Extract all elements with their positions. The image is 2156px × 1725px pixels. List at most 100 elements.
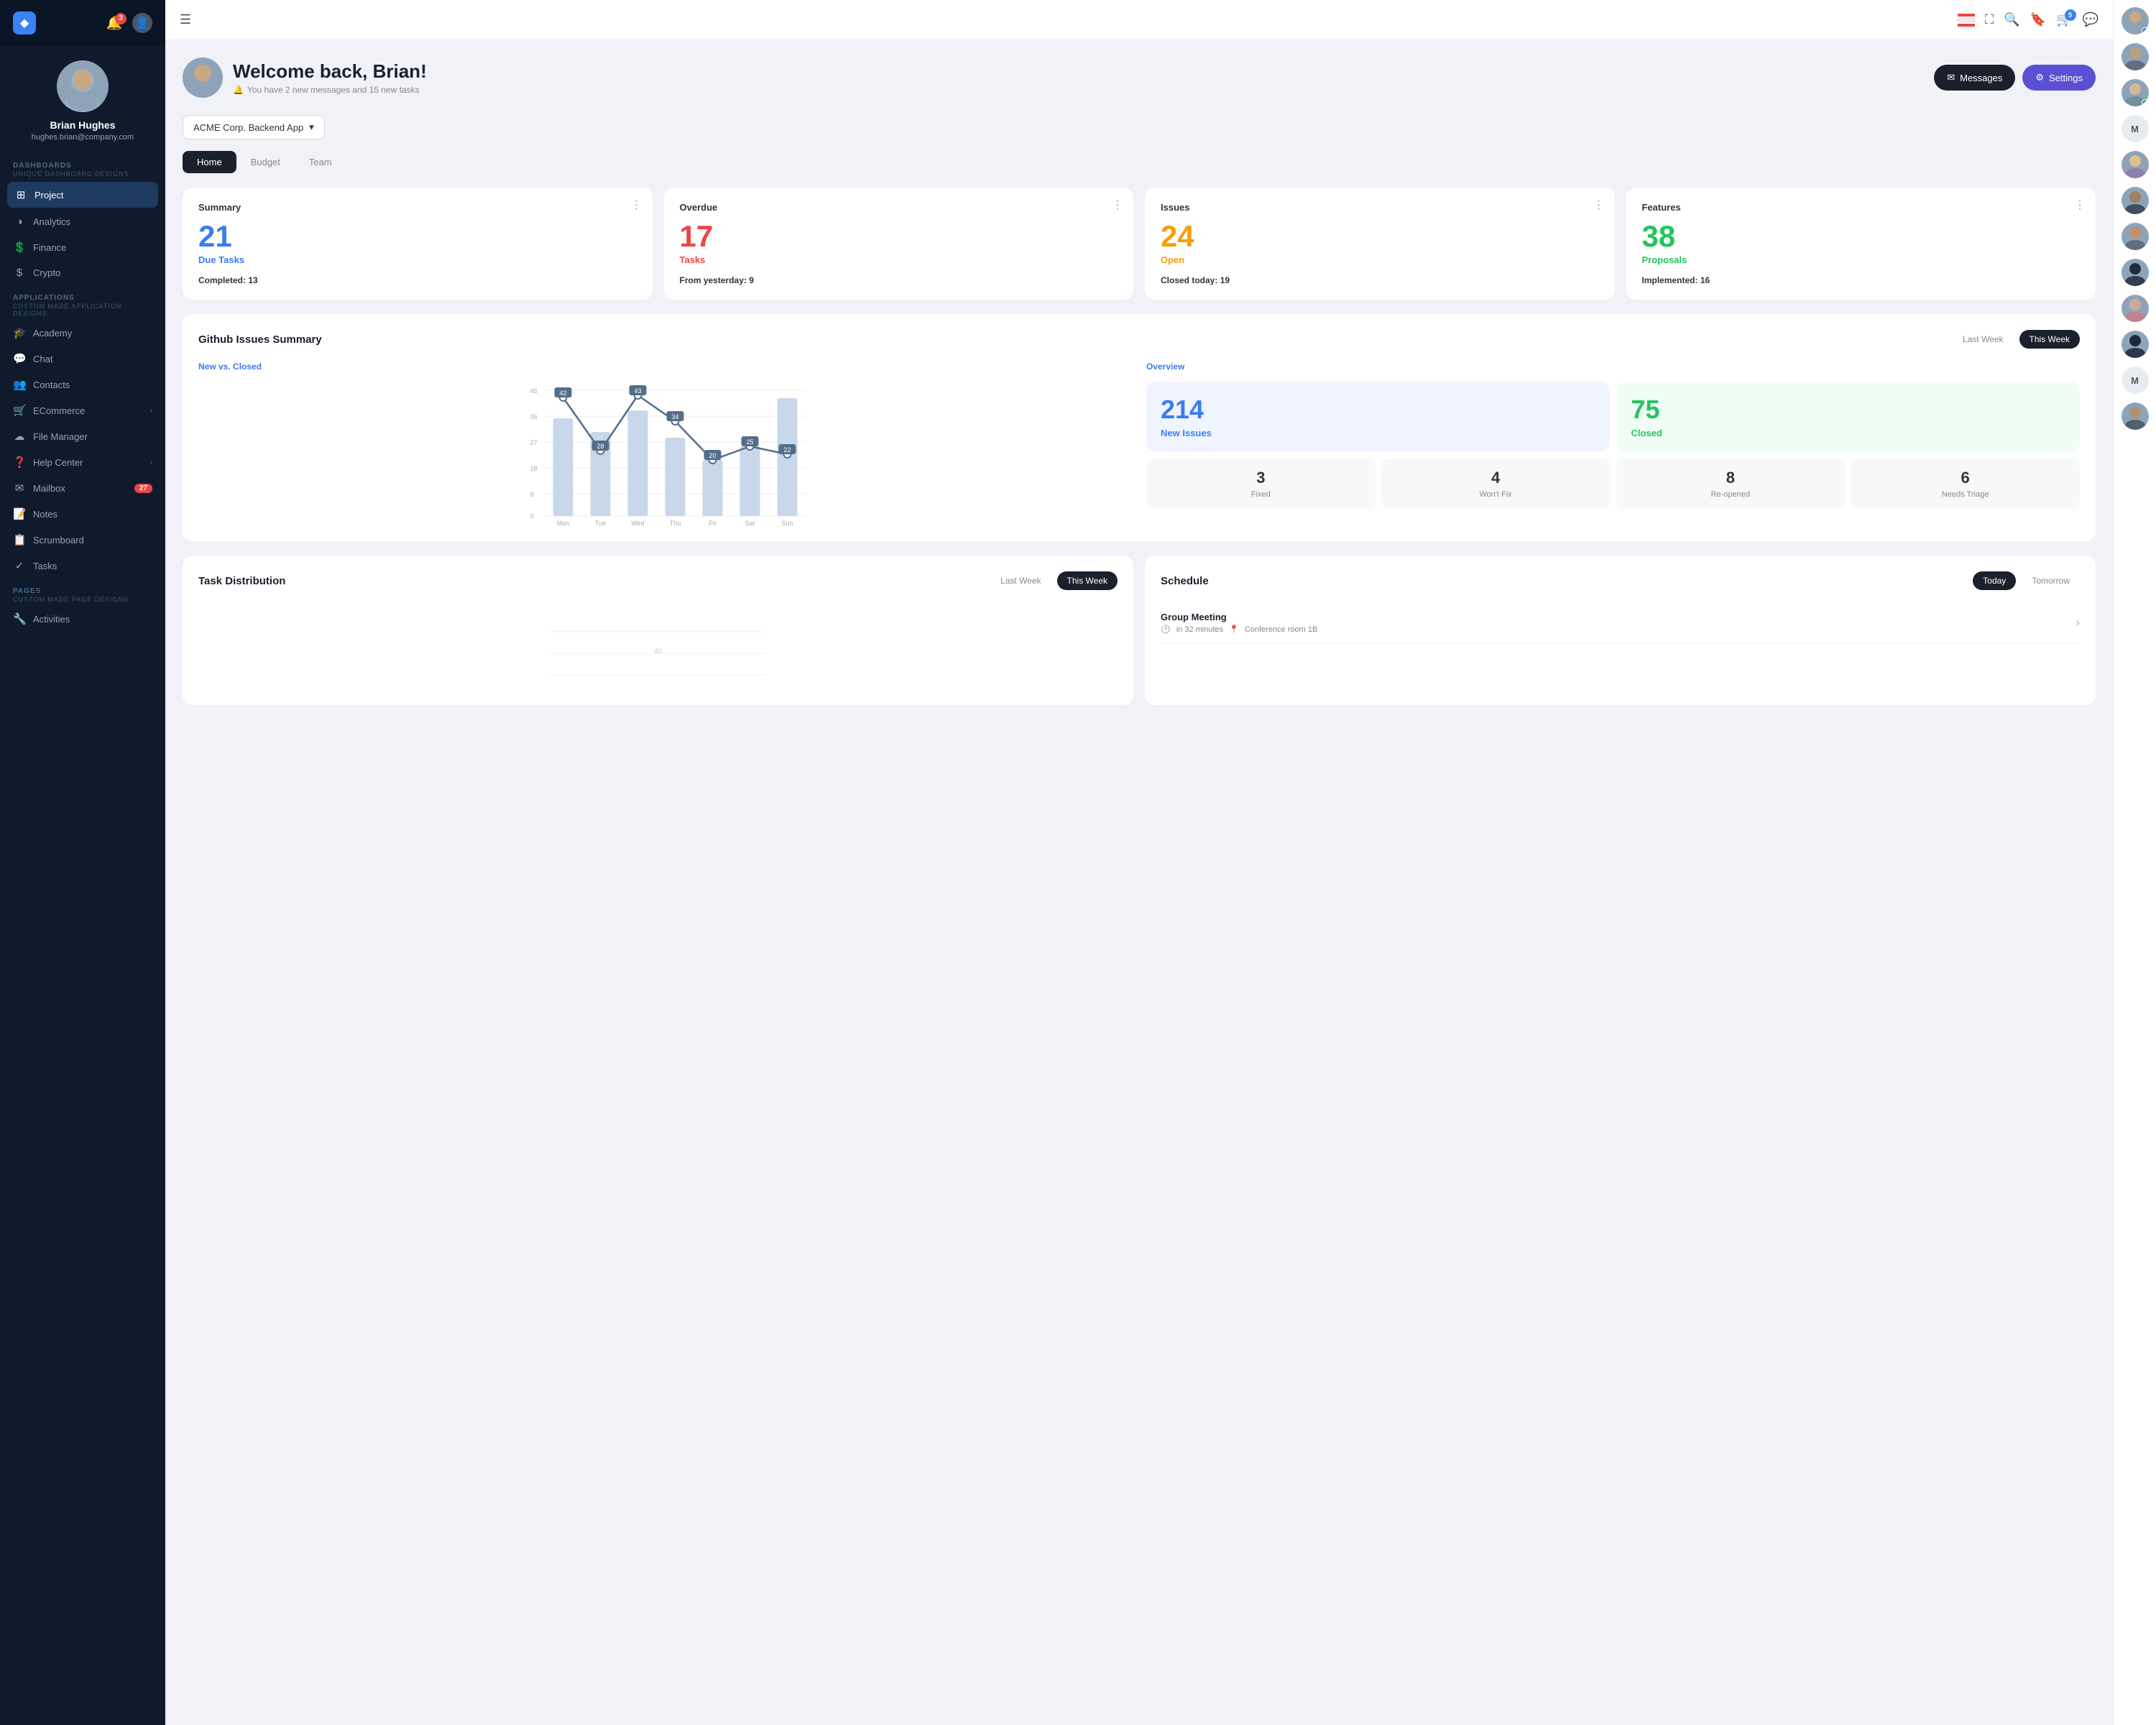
cart-button[interactable]: 🛒 5 (2056, 12, 2072, 27)
github-this-week-button[interactable]: This Week (2019, 330, 2080, 349)
rs-avatar-5[interactable] (2122, 187, 2149, 214)
tab-budget[interactable]: Budget (236, 151, 295, 173)
sidebar-item-helpcenter[interactable]: ❓ Help Center › (0, 449, 165, 475)
sidebar-item-chat[interactable]: 💬 Chat (0, 346, 165, 372)
clock-icon: 🕐 (1161, 625, 1171, 634)
features-number: 38 (1642, 221, 2081, 252)
rs-avatar-2[interactable] (2122, 43, 2149, 70)
rs-avatar-8[interactable] (2122, 295, 2149, 322)
sidebar-item-label: ECommerce (33, 405, 85, 416)
sidebar-item-analytics[interactable]: ◑ Analytics (0, 209, 165, 234)
applications-label: APPLICATIONS Custom made application des… (0, 285, 165, 320)
task-distribution-chart: 40 (198, 603, 1118, 689)
github-last-week-button[interactable]: Last Week (1953, 330, 2013, 349)
summary-card-menu[interactable]: ⋮ (631, 198, 642, 212)
project-icon: ⊞ (14, 188, 27, 201)
chat-button[interactable]: 💬 (2083, 12, 2099, 27)
overdue-card-menu[interactable]: ⋮ (1112, 198, 1123, 212)
tab-home[interactable]: Home (183, 151, 236, 173)
svg-text:42: 42 (559, 390, 566, 397)
rs-avatar-6[interactable] (2122, 223, 2149, 250)
issues-card-menu[interactable]: ⋮ (1593, 198, 1605, 212)
needs-triage-number: 6 (1858, 469, 2073, 487)
sidebar-item-finance[interactable]: 💲 Finance (0, 234, 165, 260)
notification-button[interactable]: 🔔 3 (106, 16, 122, 31)
user-avatar-small[interactable]: 👤 (132, 13, 152, 33)
stat-cards: ⋮ Summary 21 Due Tasks Completed: 13 ⋮ O… (183, 188, 2096, 300)
rs-initial-m2[interactable]: M (2122, 367, 2149, 394)
sidebar-item-activities[interactable]: 🔧 Activities (0, 606, 165, 632)
sidebar-item-filemanager[interactable]: ☁ File Manager (0, 423, 165, 449)
schedule-today-button[interactable]: Today (1973, 571, 2016, 590)
chevron-right-schedule-icon[interactable]: › (2076, 617, 2080, 630)
rs-avatar-4[interactable] (2122, 151, 2149, 178)
project-label: ACME Corp. Backend App (193, 122, 303, 133)
settings-button[interactable]: ⚙ Settings (2022, 65, 2096, 91)
finance-icon: 💲 (13, 241, 26, 254)
fullscreen-button[interactable]: ⛶ (1985, 12, 1994, 27)
features-title: Features (1642, 202, 2081, 213)
welcome-text: Welcome back, Brian! 🔔 You have 2 new me… (233, 60, 427, 95)
sidebar-item-label: Mailbox (33, 483, 65, 494)
task-this-week-button[interactable]: This Week (1057, 571, 1118, 590)
task-last-week-button[interactable]: Last Week (990, 571, 1051, 590)
search-button[interactable]: 🔍 (2004, 12, 2019, 27)
overview-mini-stats: 3 Fixed 4 Won't Fix 8 Re-opened 6 (1146, 459, 2080, 509)
features-card-menu[interactable]: ⋮ (2074, 198, 2086, 212)
sidebar-item-mailbox[interactable]: ✉ Mailbox 27 (0, 475, 165, 501)
menu-toggle-button[interactable]: ☰ (180, 12, 191, 27)
new-issues-number: 214 (1161, 395, 1595, 425)
sidebar-item-contacts[interactable]: 👥 Contacts (0, 372, 165, 397)
summary-footer: Completed: 13 (198, 275, 637, 285)
mailbox-icon: ✉ (13, 482, 26, 494)
summary-number: 21 (198, 221, 637, 252)
schedule-card: Schedule Today Tomorrow Group Meeting 🕐 … (1145, 556, 2096, 705)
rs-avatar-3[interactable] (2122, 79, 2149, 106)
chart-section: New vs. Closed 45 36 27 18 9 0 (198, 362, 1132, 525)
schedule-item-time: in 32 minutes (1176, 625, 1223, 634)
overdue-footer: From yesterday: 9 (680, 275, 1118, 285)
svg-text:Sat: Sat (745, 520, 755, 525)
schedule-toggle: Today Tomorrow (1973, 571, 2080, 590)
svg-text:43: 43 (634, 387, 641, 395)
sidebar-item-project[interactable]: ⊞ Project (7, 182, 158, 208)
sidebar-item-ecommerce[interactable]: 🛒 ECommerce › (0, 397, 165, 423)
sidebar-top-icons: 🔔 3 👤 (106, 13, 152, 33)
svg-text:40: 40 (654, 648, 663, 656)
sidebar-item-notes[interactable]: 📝 Notes (0, 501, 165, 527)
overview-top-stats: 214 New Issues 75 Closed (1146, 382, 2080, 451)
pages-label: PAGES Custom made page designs (0, 579, 165, 606)
rs-avatar-10[interactable] (2122, 402, 2149, 430)
flag-us-icon[interactable] (1958, 14, 1975, 27)
fixed-stat: 3 Fixed (1146, 459, 1376, 509)
rs-avatar-9[interactable] (2122, 331, 2149, 358)
project-dropdown[interactable]: ACME Corp. Backend App ▾ (183, 115, 325, 139)
chevron-right-icon: › (150, 407, 152, 415)
sidebar-item-label: Tasks (33, 561, 57, 571)
sidebar-item-crypto[interactable]: $ Crypto (0, 260, 165, 285)
sidebar: ◆ 🔔 3 👤 Brian Hughes hughes.brian@compan… (0, 0, 165, 1725)
github-card-header: Github Issues Summary Last Week This Wee… (198, 330, 2080, 349)
applications-section: APPLICATIONS Custom made application des… (0, 285, 165, 579)
dropdown-chevron-icon: ▾ (309, 121, 314, 133)
sidebar-item-label: File Manager (33, 431, 88, 442)
messages-icon: ✉ (1947, 72, 1955, 83)
chart-wrap: 45 36 27 18 9 0 (198, 382, 1132, 525)
tasks-icon: ✓ (13, 559, 26, 572)
rs-avatar-1[interactable] (2122, 7, 2149, 34)
sidebar-item-scrumboard[interactable]: 📋 Scrumboard (0, 527, 165, 553)
sidebar-profile: Brian Hughes hughes.brian@company.com (0, 46, 165, 153)
issues-footer: Closed today: 19 (1161, 275, 1599, 285)
schedule-tomorrow-button[interactable]: Tomorrow (2022, 571, 2080, 590)
academy-icon: 🎓 (13, 326, 26, 339)
rs-initial-m1[interactable]: M (2122, 115, 2149, 142)
cart-badge: 5 (2065, 9, 2076, 21)
sidebar-item-tasks[interactable]: ✓ Tasks (0, 553, 165, 579)
sidebar-item-academy[interactable]: 🎓 Academy (0, 320, 165, 346)
page-tabs: Home Budget Team (183, 151, 2096, 173)
profile-name: Brian Hughes (13, 119, 152, 131)
messages-button[interactable]: ✉ Messages (1934, 65, 2015, 91)
rs-avatar-7[interactable] (2122, 259, 2149, 286)
bookmark-button[interactable]: 🔖 (2030, 12, 2046, 27)
tab-team[interactable]: Team (295, 151, 346, 173)
